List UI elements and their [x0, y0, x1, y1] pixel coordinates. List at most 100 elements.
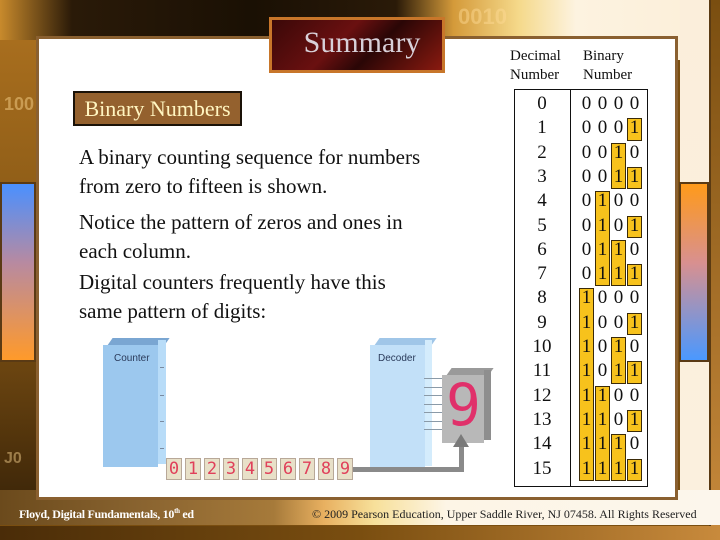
binary-bit-cell: 1 [629, 360, 640, 382]
binary-bit-cell: 1 [629, 457, 640, 479]
background-footer-bar [0, 526, 720, 540]
paragraph-line: each column. [79, 239, 191, 263]
binary-bit-cell: 1 [613, 336, 624, 357]
binary-bit-cell: 0 [597, 360, 608, 382]
sequence-digit: 0 [166, 458, 182, 480]
paragraph-line: from zero to fifteen is shown. [79, 174, 328, 198]
background-digits-top: 0010 [458, 4, 507, 29]
sequence-digit: 7 [299, 458, 315, 480]
counter-block-side [158, 340, 166, 464]
binary-bit-cell: 1 [597, 263, 608, 285]
binary-bit-cell: 1 [629, 263, 640, 285]
footer-book-credit: Floyd, Digital Fundamentals, 10th ed [19, 507, 194, 522]
footer-credit-text: Floyd, Digital Fundamentals, 10 [19, 507, 175, 521]
binary-bit-cell: 1 [629, 408, 640, 430]
paragraph-line: Notice the pattern of zeros and ones in [79, 210, 403, 234]
binary-bit-cell: 1 [613, 457, 624, 479]
binary-bit-cell: 0 [581, 117, 592, 139]
decoder-wire [424, 412, 442, 413]
decimal-cell: 4 [537, 190, 547, 212]
decimal-cell: 13 [532, 408, 552, 430]
decimal-cell: 3 [537, 165, 547, 187]
header-line: Number [510, 67, 560, 83]
decoder-wire [424, 429, 442, 430]
decimal-cell: 11 [532, 360, 552, 382]
binary-bit-cell: 1 [581, 336, 592, 357]
binary-bit-cell: 0 [597, 311, 608, 333]
binary-bit-cell: 1 [581, 311, 592, 333]
column-header-binary: Binary Number [583, 47, 632, 85]
counter-output-tick [160, 421, 164, 422]
sequence-digit: 6 [280, 458, 296, 480]
footer-credit-suffix: ed [179, 507, 194, 521]
binary-bit-cell: 0 [581, 263, 592, 285]
binary-bit-cell: 0 [629, 384, 640, 406]
binary-bit-cell: 1 [597, 384, 608, 406]
sequence-digit: 3 [223, 458, 239, 480]
binary-bit-cell: 1 [581, 457, 592, 479]
paragraph-counting-sequence: A binary counting sequence for numbers f… [79, 143, 499, 201]
binary-bit-cell: 1 [613, 238, 624, 260]
table-column-divider [570, 89, 571, 487]
binary-bit-cell: 1 [629, 311, 640, 333]
binary-bit-cell: 0 [629, 336, 640, 357]
seven-segment-display-side [484, 370, 491, 440]
binary-bit-cell: 1 [629, 214, 640, 236]
binary-bit-cell: 1 [613, 433, 624, 455]
binary-bit-cell: 1 [629, 165, 640, 187]
decimal-cell: 7 [537, 263, 547, 285]
binary-bit-cell: 0 [629, 141, 640, 163]
sequence-digit: 2 [204, 458, 220, 480]
binary-bit-cell: 1 [613, 263, 624, 285]
slide-title-box: Summary [269, 17, 445, 73]
binary-bit-cell: 1 [629, 117, 640, 139]
feedback-arrow-horizontal [345, 467, 463, 472]
decoder-wire [424, 378, 442, 379]
footer-copyright: © 2009 Pearson Education, Upper Saddle R… [312, 507, 697, 521]
binary-bit-cell: 1 [613, 360, 624, 382]
decimal-cell: 8 [537, 287, 547, 309]
counter-output-tick [160, 395, 164, 396]
paragraph-line: same pattern of digits: [79, 299, 267, 323]
binary-bit-cell: 0 [597, 287, 608, 309]
binary-bit-cell: 0 [581, 141, 592, 163]
binary-bit-cell: 0 [613, 190, 624, 212]
binary-bit-cell: 1 [581, 384, 592, 406]
paragraph-line: A binary counting sequence for numbers [79, 145, 421, 169]
counter-output-tick [160, 367, 164, 368]
seven-segment-digit: 9 [446, 371, 481, 439]
binary-bit-cell: 0 [597, 117, 608, 139]
binary-bit-cell: 0 [581, 190, 592, 212]
binary-bit-cell: 0 [629, 287, 640, 309]
binary-bit-cell: 0 [613, 287, 624, 309]
decoder-label: Decoder [378, 353, 416, 364]
binary-bit-cell: 0 [581, 238, 592, 260]
binary-bit-cell: 0 [629, 190, 640, 212]
binary-bit-cell: 1 [581, 433, 592, 455]
sequence-digit: 9 [337, 458, 353, 480]
sequence-digit: 1 [185, 458, 201, 480]
binary-bit-cell: 0 [629, 93, 640, 114]
counter-output-tick [160, 448, 164, 449]
binary-bit-cell: 0 [613, 311, 624, 333]
paragraph-notice-pattern: Notice the pattern of zeros and ones in … [79, 208, 499, 266]
decimal-cell: 14 [532, 433, 552, 455]
binary-bit-cell: 0 [613, 408, 624, 430]
binary-bit-cell: 0 [613, 93, 624, 114]
decimal-cell: 10 [532, 336, 552, 357]
binary-bit-cell: 0 [597, 141, 608, 163]
background-digits-left-low: J0 [4, 450, 22, 467]
background-right-edge [709, 0, 720, 540]
binary-bit-cell: 1 [597, 190, 608, 212]
decimal-cell: 6 [537, 238, 547, 260]
sequence-digit: 4 [242, 458, 258, 480]
binary-bit-cell: 0 [613, 117, 624, 139]
decimal-cell: 15 [532, 457, 552, 479]
binary-bit-cell: 0 [581, 93, 592, 114]
sequence-digit: 5 [261, 458, 277, 480]
decorative-gradient-block-left [0, 182, 36, 362]
binary-bit-cell: 0 [597, 93, 608, 114]
counter-label: Counter [114, 353, 150, 364]
binary-bit-cell: 1 [581, 408, 592, 430]
binary-bit-cell: 1 [597, 238, 608, 260]
